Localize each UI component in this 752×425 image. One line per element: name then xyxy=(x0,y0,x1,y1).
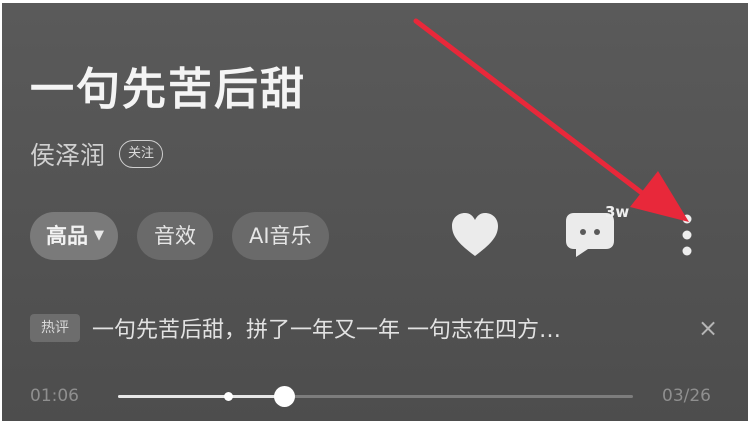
progress-played xyxy=(118,395,285,398)
artist-row: 侯泽润 关注 xyxy=(30,136,164,172)
sound-effect-chip[interactable]: 音效 xyxy=(137,212,213,260)
artist-name[interactable]: 侯泽润 xyxy=(30,136,105,172)
hot-comment-tag: 热评 xyxy=(30,314,80,342)
hot-comment-bar[interactable]: 热评 一句先苦后甜，拼了一年又一年 一句志在四方… × xyxy=(30,307,720,349)
song-title: 一句先苦后甜 xyxy=(30,64,306,115)
hot-comment-text: 一句先苦后甜，拼了一年又一年 一句志在四方… xyxy=(92,318,561,343)
ai-music-chip[interactable]: AI音乐 xyxy=(232,212,329,260)
quality-label: 高品 xyxy=(46,224,88,248)
progress-track[interactable] xyxy=(118,386,633,407)
close-icon[interactable]: × xyxy=(696,314,720,342)
progress-thumb[interactable] xyxy=(274,386,296,407)
heart-icon[interactable] xyxy=(450,212,500,258)
duration-time: 03/26 xyxy=(662,386,711,406)
more-vertical-icon[interactable] xyxy=(673,211,701,259)
chevron-down-icon: ▼ xyxy=(94,228,104,243)
quality-chip[interactable]: 高品 ▼ xyxy=(30,212,118,260)
follow-button[interactable]: 关注 xyxy=(119,140,164,168)
current-time: 01:06 xyxy=(30,386,79,406)
player-panel: 一句先苦后甜 侯泽润 关注 高品 ▼ 音效 AI音乐 3w 热评 一句先苦后甜，… xyxy=(2,3,748,421)
progress-marker xyxy=(224,392,234,401)
chip-row: 高品 ▼ 音效 AI音乐 xyxy=(30,212,329,260)
comment-count: 3w xyxy=(605,203,630,221)
